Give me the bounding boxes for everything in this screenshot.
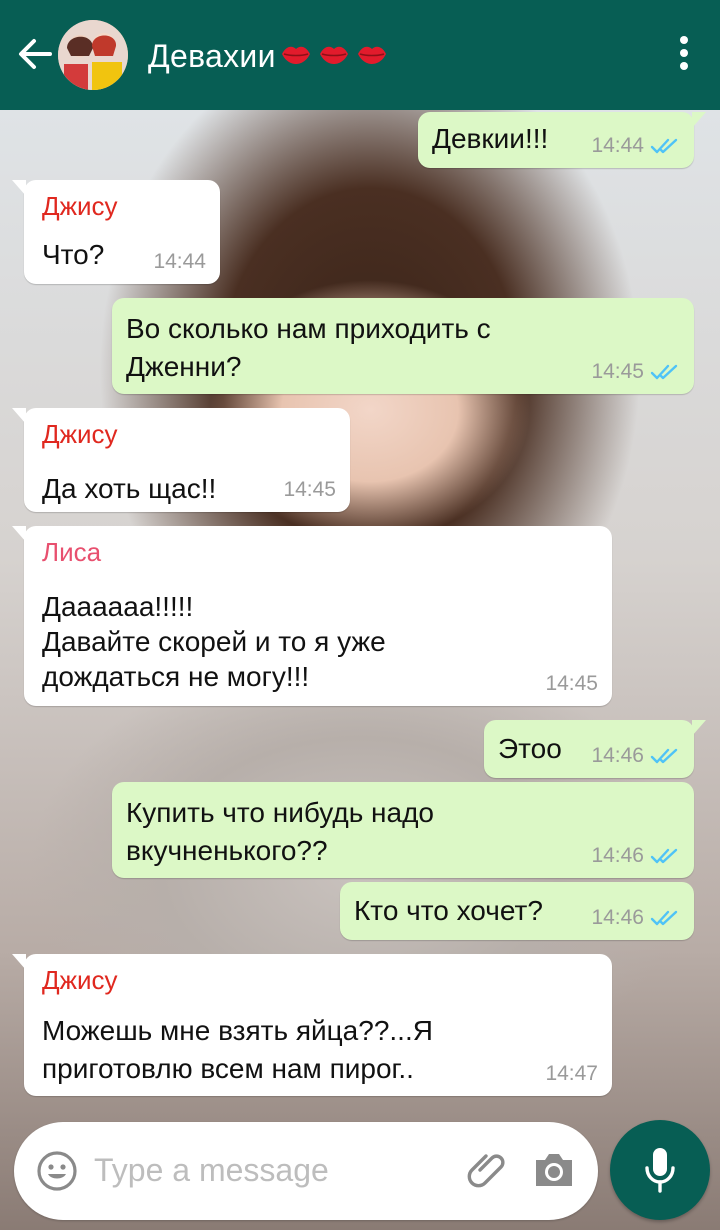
message-bubble-incoming[interactable]: Джису Что? 14:44 [12, 180, 220, 284]
message-text-line: приготовлю всем нам пирог.. [42, 1053, 414, 1084]
overflow-menu-icon[interactable] [676, 36, 692, 76]
message-time: 14:47 [545, 1062, 598, 1085]
message-meta: 14:46 [591, 744, 680, 768]
message-time: 14:46 [591, 906, 644, 929]
chat-title: Девахии [148, 37, 276, 74]
message-meta: 14:45 [283, 478, 336, 502]
message-time: 14:45 [283, 478, 336, 501]
attach-icon[interactable] [466, 1148, 510, 1197]
message-text: Девкии!!! [432, 123, 549, 154]
message-text-line: Даааааа!!!!! [42, 591, 194, 622]
message-time: 14:44 [591, 134, 644, 157]
sender-name: Лиса [42, 537, 102, 567]
lips-icon [318, 42, 350, 71]
message-meta: 14:44 [591, 134, 680, 158]
voice-message-button[interactable] [610, 1120, 710, 1220]
message-text-line: Купить что нибудь надо [126, 797, 434, 828]
message-time: 14:45 [591, 360, 644, 383]
message-meta: 14:45 [545, 672, 598, 696]
lips-icon [356, 42, 388, 71]
message-meta: 14:47 [545, 1062, 598, 1086]
message-text: Да хоть щас!! [42, 473, 217, 504]
chat-title-group[interactable]: Девахии [148, 34, 394, 78]
back-arrow-icon[interactable] [14, 34, 54, 74]
read-ticks-icon [650, 138, 678, 154]
message-time: 14:46 [591, 744, 644, 767]
sender-name: Джису [42, 191, 118, 221]
read-ticks-icon [650, 364, 678, 380]
message-bubble-outgoing[interactable]: Купить что нибудь надо вкучненького?? 14… [112, 782, 694, 878]
message-bubble-incoming[interactable]: Джису Да хоть щас!! 14:45 [12, 408, 350, 512]
sender-name: Джису [42, 965, 118, 995]
message-meta: 14:44 [153, 250, 206, 274]
emoji-icon[interactable] [36, 1150, 78, 1197]
message-meta: 14:46 [591, 844, 680, 868]
message-text: Кто что хочет? [354, 895, 543, 926]
message-text: Этоо [498, 733, 562, 764]
message-bubble-outgoing[interactable]: Во сколько нам приходить с Дженни? 14:45 [112, 298, 694, 394]
sender-name: Джису [42, 419, 118, 449]
message-bubble-outgoing[interactable]: Этоо 14:46 [484, 720, 706, 778]
read-ticks-icon [650, 910, 678, 926]
message-text: Что? [42, 239, 105, 270]
message-time: 14:44 [153, 250, 206, 273]
message-text-line: Давайте скорей и то я уже [42, 626, 386, 657]
camera-icon[interactable] [532, 1150, 576, 1195]
message-text-line: дождаться не могу!!! [42, 661, 310, 692]
message-meta: 14:46 [591, 906, 680, 930]
read-ticks-icon [650, 748, 678, 764]
message-bubble-outgoing[interactable]: Девкии!!! 14:44 [418, 112, 706, 168]
message-text-line: Во сколько нам приходить с [126, 313, 491, 344]
message-bubble-outgoing[interactable]: Кто что хочет? 14:46 [340, 882, 694, 940]
message-time: 14:45 [545, 672, 598, 695]
message-text-line: Можешь мне взять яйца??...Я [42, 1015, 433, 1046]
chat-header: Девахии [0, 0, 720, 110]
message-input[interactable] [94, 1152, 454, 1189]
group-avatar[interactable] [58, 20, 128, 90]
message-text-line: вкучненького?? [126, 835, 328, 866]
mic-icon [645, 1148, 675, 1193]
read-ticks-icon [650, 848, 678, 864]
message-meta: 14:45 [591, 360, 680, 384]
message-text-line: Дженни? [126, 351, 242, 382]
message-bubble-incoming[interactable]: Джису Можешь мне взять яйца??...Я пригот… [12, 954, 612, 1096]
lips-icon [280, 42, 312, 71]
message-composer [14, 1122, 598, 1220]
message-bubble-incoming[interactable]: Лиса Даааааа!!!!! Давайте скорей и то я … [12, 526, 612, 706]
message-time: 14:46 [591, 844, 644, 867]
